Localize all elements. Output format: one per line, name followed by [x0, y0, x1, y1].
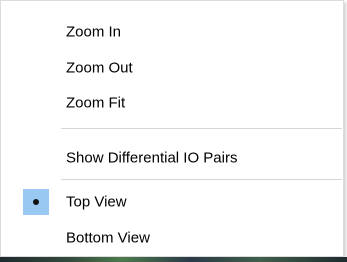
- menu-separator: [61, 128, 342, 129]
- view-context-menu: Zoom In Zoom Out Zoom Fit Show Different…: [0, 0, 344, 257]
- menu-separator: [61, 179, 342, 180]
- menu-item-zoom-in-label: Zoom In: [66, 23, 122, 41]
- menu-item-zoom-in[interactable]: Zoom In: [1, 15, 343, 49]
- menu-item-top-view-label: Top View: [66, 193, 127, 211]
- menu-item-zoom-fit[interactable]: Zoom Fit: [1, 86, 343, 120]
- menu-item-zoom-out-label: Zoom Out: [66, 59, 133, 77]
- menu-item-show-differential-io-pairs[interactable]: Show Differential IO Pairs: [1, 141, 343, 175]
- menu-item-show-differential-io-pairs-label: Show Differential IO Pairs: [66, 149, 238, 167]
- menu-item-bottom-view-label: Bottom View: [66, 229, 150, 247]
- background-window-strip: [0, 257, 347, 262]
- radio-check-indicator: [23, 189, 49, 215]
- radio-dot-icon: [33, 199, 39, 205]
- menu-item-zoom-out[interactable]: Zoom Out: [1, 51, 343, 85]
- menu-item-zoom-fit-label: Zoom Fit: [66, 94, 126, 112]
- menu-item-bottom-view[interactable]: Bottom View: [1, 221, 343, 255]
- menu-item-top-view[interactable]: Top View: [1, 185, 343, 219]
